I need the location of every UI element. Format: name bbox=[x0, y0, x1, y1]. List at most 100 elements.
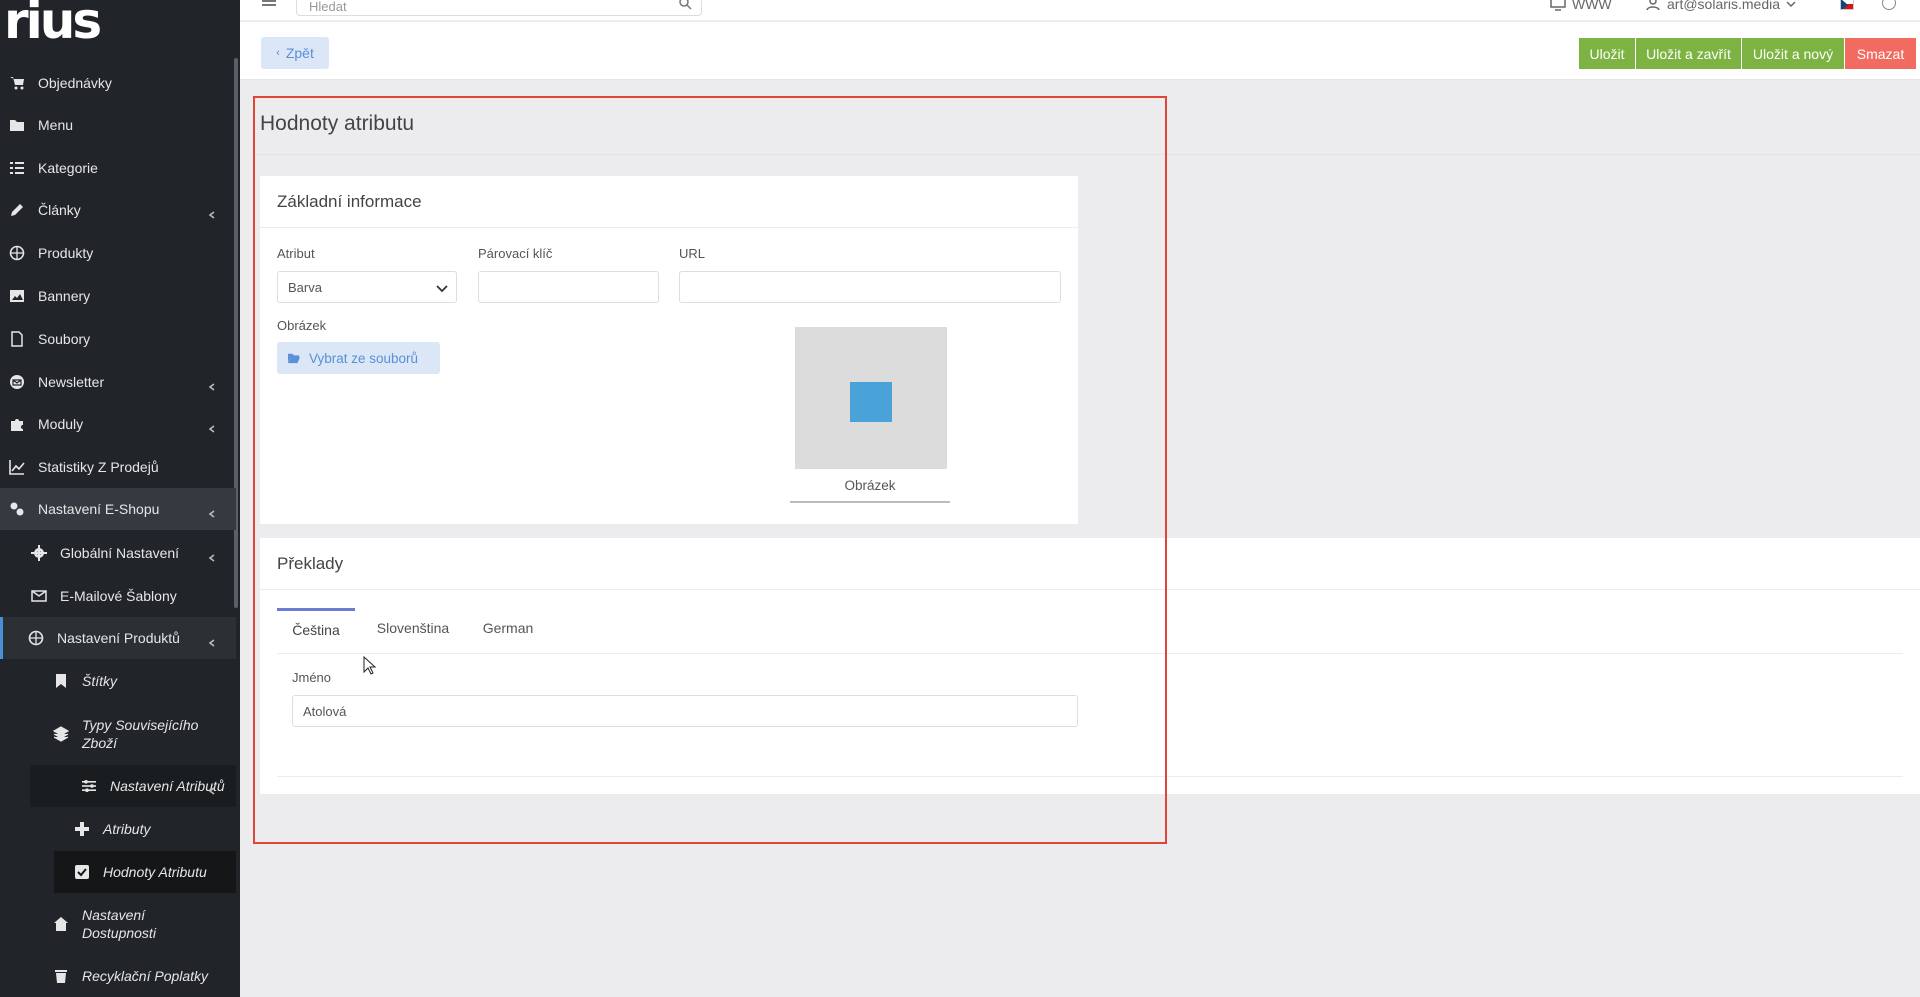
sidebar-item-label: Nastavení E-Shopu bbox=[38, 501, 160, 517]
sidebar-item-label: Menu bbox=[38, 117, 74, 133]
sidebar-item-email-templates[interactable]: E-Mailové Šablony bbox=[0, 575, 236, 617]
basic-info-heading: Základní informace bbox=[260, 176, 1078, 228]
ball-icon bbox=[27, 629, 45, 647]
chevron-left-icon: ‹ bbox=[276, 47, 280, 59]
sidebar-item-product-settings[interactable]: Nastavení Produktů bbox=[0, 617, 236, 659]
sidebar: rius Objednávky Menu Kategorie Články Pr… bbox=[0, 0, 240, 997]
url-label: URL bbox=[679, 246, 706, 261]
color-swatch bbox=[850, 382, 892, 422]
sidebar-item-products[interactable]: Produkty bbox=[0, 232, 236, 274]
sidebar-item-label: Soubory bbox=[38, 331, 91, 347]
chevron-left-icon bbox=[208, 634, 216, 647]
app-logo[interactable]: rius bbox=[0, 0, 240, 55]
name-input[interactable]: Atolová bbox=[292, 695, 1078, 727]
sidebar-item-label: Nastavení Produktů bbox=[57, 630, 180, 646]
sidebar-item-label: Produkty bbox=[38, 245, 94, 261]
sliders-icon bbox=[80, 777, 98, 795]
save-and-close-button[interactable]: Uložit a zavřít bbox=[1636, 38, 1741, 69]
mail-template-icon bbox=[30, 587, 48, 605]
sidebar-item-label: Atributy bbox=[103, 821, 151, 837]
chevron-left-icon bbox=[208, 420, 216, 433]
sidebar-item-related-goods-types[interactable]: Typy Souvisejícího Zboží bbox=[0, 714, 220, 754]
sidebar-item-label: Štítky bbox=[82, 673, 118, 689]
ball-icon bbox=[8, 244, 26, 262]
sidebar-item-label: Objednávky bbox=[38, 75, 112, 91]
sidebar-item-attribute-values[interactable]: Hodnoty Atributu bbox=[54, 851, 236, 893]
sidebar-item-attributes[interactable]: Atributy bbox=[0, 808, 236, 850]
sidebar-item-banners[interactable]: Bannery bbox=[0, 275, 236, 317]
tab-slovak[interactable]: Slovenština bbox=[363, 608, 463, 648]
save-and-new-button[interactable]: Uložit a nový bbox=[1742, 38, 1844, 69]
pencil-icon bbox=[8, 201, 26, 219]
chevron-left-icon bbox=[208, 782, 216, 795]
sidebar-item-categories[interactable]: Kategorie bbox=[0, 147, 236, 189]
sidebar-item-label: Kategorie bbox=[38, 160, 98, 176]
sidebar-item-label: Typy Souvisejícího Zboží bbox=[82, 717, 199, 751]
pairing-key-input[interactable] bbox=[478, 271, 659, 303]
tab-czech[interactable]: Čeština bbox=[277, 608, 355, 648]
divider bbox=[277, 776, 1903, 777]
back-button[interactable]: ‹ Zpět bbox=[261, 37, 329, 69]
envelope-icon bbox=[8, 373, 26, 391]
sidebar-item-orders[interactable]: Objednávky bbox=[0, 62, 236, 104]
sidebar-item-label: Hodnoty Atributu bbox=[103, 864, 207, 880]
search-input[interactable]: Hledat bbox=[296, 0, 702, 16]
chevron-left-icon bbox=[208, 549, 216, 562]
folder-icon bbox=[8, 116, 26, 134]
sidebar-item-recycling-fees[interactable]: Recyklační Poplatky bbox=[0, 955, 236, 997]
sidebar-item-attribute-settings[interactable]: Nastavení Atributů bbox=[30, 765, 236, 807]
gear-icon bbox=[30, 544, 48, 562]
search-icon[interactable] bbox=[678, 0, 692, 10]
sidebar-item-eshop-settings[interactable]: Nastavení E-Shopu bbox=[0, 488, 236, 530]
sidebar-item-label: Články bbox=[38, 202, 81, 218]
user-icon bbox=[1646, 0, 1660, 11]
sidebar-item-labels[interactable]: Štítky bbox=[0, 660, 236, 702]
divider bbox=[790, 501, 950, 503]
bookmark-icon bbox=[52, 672, 70, 690]
cogs-icon bbox=[8, 500, 26, 518]
pick-from-files-button[interactable]: Vybrat ze souborů bbox=[277, 342, 440, 374]
layers-icon bbox=[52, 725, 70, 743]
sidebar-item-label: Bannery bbox=[38, 288, 91, 304]
flag-icon[interactable] bbox=[1840, 0, 1854, 10]
chevron-left-icon bbox=[208, 505, 216, 518]
image-icon bbox=[8, 287, 26, 305]
www-link[interactable]: WWW bbox=[1550, 0, 1612, 12]
hamburger-icon[interactable] bbox=[262, 0, 276, 10]
sidebar-item-label: Moduly bbox=[38, 416, 84, 432]
sidebar-item-menu[interactable]: Menu bbox=[0, 104, 236, 146]
chevron-left-icon bbox=[208, 206, 216, 219]
basic-info-card: Základní informace Atribut Barva Párovac… bbox=[260, 176, 1078, 524]
cart-icon bbox=[8, 74, 26, 92]
sidebar-item-modules[interactable]: Moduly bbox=[0, 403, 236, 445]
plus-icon bbox=[73, 820, 91, 838]
translations-heading: Překlady bbox=[260, 538, 1920, 590]
page-title: Hodnoty atributu bbox=[260, 112, 415, 135]
sidebar-item-availability-settings[interactable]: Nastavení Dostupnosti bbox=[0, 904, 210, 944]
save-button[interactable]: Uložit bbox=[1579, 38, 1635, 69]
sidebar-item-global-settings[interactable]: Globální Nastavení bbox=[0, 532, 236, 574]
sidebar-item-label: Statistiky Z Prodejů bbox=[38, 459, 159, 475]
chevron-left-icon bbox=[208, 378, 216, 391]
chevron-down-icon bbox=[1786, 1, 1796, 7]
image-label: Obrázek bbox=[277, 318, 327, 333]
sidebar-item-newsletter[interactable]: Newsletter bbox=[0, 361, 236, 403]
sidebar-item-files[interactable]: Soubory bbox=[0, 318, 236, 360]
tab-german[interactable]: German bbox=[468, 608, 548, 648]
user-menu[interactable]: art@solaris.media bbox=[1645, 0, 1796, 12]
attribute-label: Atribut bbox=[277, 246, 315, 261]
sidebar-item-label: Recyklační Poplatky bbox=[82, 968, 209, 984]
sidebar-item-label: E-Mailové Šablony bbox=[60, 588, 177, 604]
monitor-icon bbox=[1550, 0, 1566, 11]
sidebar-item-label: Nastavení Dostupnosti bbox=[82, 907, 156, 941]
attribute-select[interactable]: Barva bbox=[277, 271, 457, 303]
sidebar-item-articles[interactable]: Články bbox=[0, 189, 236, 231]
sidebar-item-sales-stats[interactable]: Statistiky Z Prodejů bbox=[0, 446, 236, 488]
list-icon bbox=[8, 159, 26, 177]
image-caption: Obrázek bbox=[844, 478, 896, 493]
divider bbox=[277, 653, 1903, 654]
url-input[interactable] bbox=[679, 271, 1061, 303]
image-preview[interactable] bbox=[795, 327, 947, 469]
file-icon bbox=[8, 330, 26, 348]
delete-button[interactable]: Smazat bbox=[1845, 38, 1916, 69]
